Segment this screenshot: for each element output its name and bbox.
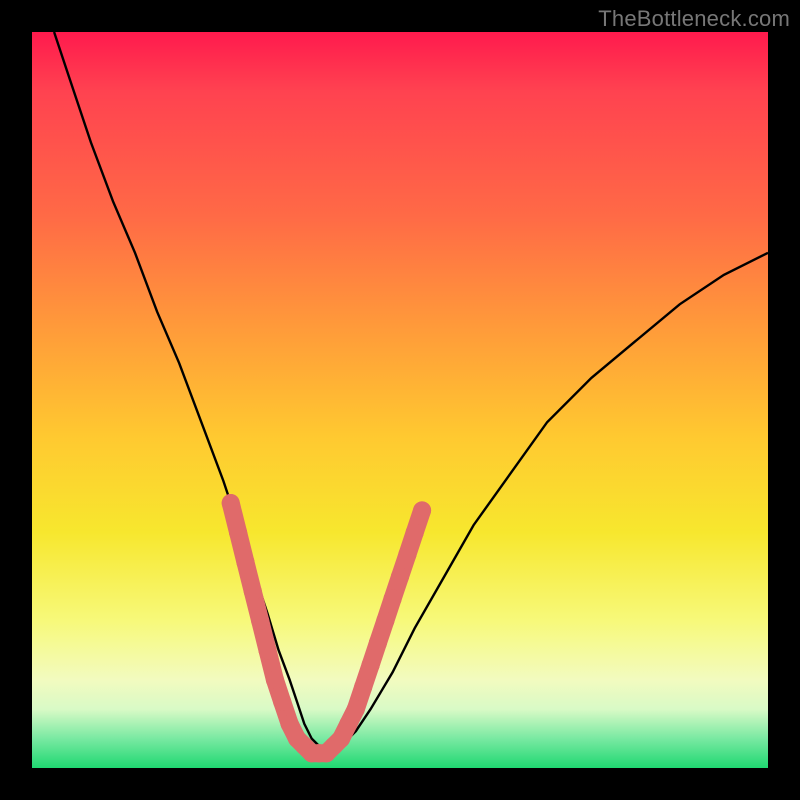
marker-dot [369,634,387,652]
marker-dot [266,671,284,689]
marker-dot [236,553,254,571]
marker-dot [251,612,269,630]
marker-dot [384,590,402,608]
marker-dot [273,693,291,711]
marker-dot [391,568,409,586]
marker-dot [229,524,247,542]
marker-dot [347,700,365,718]
curve-layer [32,32,768,768]
marker-dot [259,641,277,659]
bottleneck-curve [54,32,768,753]
marker-dot [354,678,372,696]
marker-band [222,494,431,762]
marker-dot [376,612,394,630]
watermark-text: TheBottleneck.com [598,6,790,32]
marker-dot [413,501,431,519]
marker-dot [362,656,380,674]
chart-frame: TheBottleneck.com [0,0,800,800]
marker-dot [244,582,262,600]
marker-dot [406,524,424,542]
marker-dot [398,546,416,564]
marker-dot [222,494,240,512]
plot-area [32,32,768,768]
